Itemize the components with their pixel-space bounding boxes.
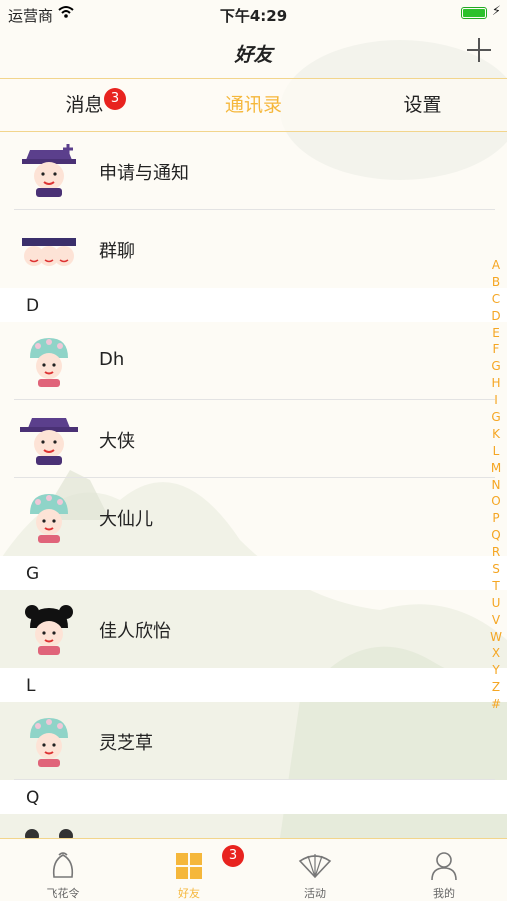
section-header: L — [0, 668, 507, 702]
charging-icon: ⚡ — [491, 4, 501, 19]
contact-name: 大仙儿 — [99, 509, 153, 530]
page-title: 好友 — [234, 44, 273, 66]
section-header: Q — [0, 780, 507, 814]
list-item[interactable]: 申请与通知 — [0, 132, 507, 210]
list-item[interactable]: 佳人欣怡 — [0, 590, 507, 668]
tab-label: 我的 — [433, 887, 455, 900]
index-letter[interactable]: A — [489, 257, 503, 274]
official-hat-plus-icon — [22, 144, 76, 197]
index-letter[interactable]: B — [489, 274, 503, 291]
list-item[interactable] — [0, 814, 507, 838]
tab-label: 通讯录 — [224, 94, 282, 116]
tab-label: 活动 — [304, 887, 326, 900]
status-bar: 运营商 下午4:29 ⚡ — [0, 0, 507, 28]
contact-name: 灵芝草 — [99, 733, 153, 754]
tab-label: 消息 — [65, 94, 104, 116]
list-item[interactable]: 群聊 — [0, 210, 507, 288]
opera-crown-avatar — [30, 718, 68, 767]
tab-label: 设置 — [403, 94, 442, 116]
contact-name: 大侠 — [99, 431, 135, 452]
tab-contacts[interactable]: 通讯录 — [169, 79, 338, 131]
partial-avatar — [25, 829, 73, 838]
index-letter[interactable]: M — [489, 460, 503, 477]
list-item[interactable]: Dh — [0, 322, 507, 400]
contact-list[interactable]: 申请与通知 群聊 D Dh 大侠 大仙儿 G 佳人欣怡 L 灵芝草 Q — [0, 132, 507, 838]
index-letter[interactable]: O — [489, 493, 503, 510]
index-letter[interactable]: Z — [489, 679, 503, 696]
index-letter[interactable]: R — [489, 544, 503, 561]
index-letter[interactable]: F — [489, 341, 503, 358]
contact-name: 群聊 — [99, 241, 135, 262]
alphabet-index[interactable]: A B C D E F G H I G K L M N O P Q R S T U V W X Y Z # — [489, 257, 503, 713]
divider — [14, 779, 495, 780]
segment-tabs: 消息 3 通讯录 设置 — [0, 79, 507, 132]
index-letter[interactable]: W — [489, 629, 503, 646]
tab-mine[interactable]: 我的 — [381, 839, 507, 901]
contact-name: 佳人欣怡 — [99, 621, 171, 642]
unread-badge: 3 — [104, 88, 126, 110]
index-letter[interactable]: T — [489, 578, 503, 595]
index-letter[interactable]: X — [489, 645, 503, 662]
bun-icon — [52, 852, 74, 878]
index-letter[interactable]: U — [489, 595, 503, 612]
index-letter[interactable]: K — [489, 426, 503, 443]
opera-crown-avatar — [30, 338, 68, 387]
official-hat-avatar — [20, 418, 78, 465]
contact-name: Dh — [99, 349, 125, 370]
girl-avatar — [25, 605, 73, 655]
index-letter[interactable]: S — [489, 561, 503, 578]
index-letter[interactable]: # — [489, 696, 503, 713]
index-letter[interactable]: L — [489, 443, 503, 460]
tab-feihualing[interactable]: 飞花令 — [0, 839, 126, 901]
fan-icon — [298, 854, 332, 879]
contact-name: 申请与通知 — [99, 163, 189, 184]
clock: 下午4:29 — [219, 7, 288, 25]
bottom-tab-bar: 飞花令 好友 3 活动 我的 — [0, 838, 507, 901]
index-letter[interactable]: G — [489, 358, 503, 375]
index-letter[interactable]: I — [489, 392, 503, 409]
group-avatars-icon — [22, 238, 76, 266]
index-letter[interactable]: V — [489, 612, 503, 629]
section-header: D — [0, 288, 507, 322]
index-letter[interactable]: G — [489, 409, 503, 426]
index-letter[interactable]: H — [489, 375, 503, 392]
tab-messages[interactable]: 消息 — [0, 79, 169, 131]
index-letter[interactable]: E — [489, 325, 503, 342]
index-letter[interactable]: Y — [489, 662, 503, 679]
tab-activity[interactable]: 活动 — [252, 839, 378, 901]
list-item[interactable]: 大仙儿 — [0, 478, 507, 556]
add-icon[interactable] — [465, 36, 493, 64]
list-item[interactable]: 大侠 — [0, 400, 507, 478]
nav-bar: 好友 — [0, 28, 507, 79]
opera-crown-avatar — [30, 494, 68, 543]
tab-settings[interactable]: 设置 — [338, 79, 507, 131]
battery-icon — [461, 7, 487, 19]
index-letter[interactable]: N — [489, 477, 503, 494]
section-header: G — [0, 556, 507, 590]
index-letter[interactable]: C — [489, 291, 503, 308]
person-icon — [431, 852, 457, 881]
list-item[interactable]: 灵芝草 — [0, 702, 507, 780]
tab-label: 飞花令 — [46, 887, 80, 900]
index-letter[interactable]: D — [489, 308, 503, 325]
tab-badge: 3 — [222, 845, 244, 867]
index-letter[interactable]: P — [489, 510, 503, 527]
tab-label: 好友 — [178, 887, 200, 900]
grid-icon — [176, 853, 202, 879]
index-letter[interactable]: Q — [489, 527, 503, 544]
